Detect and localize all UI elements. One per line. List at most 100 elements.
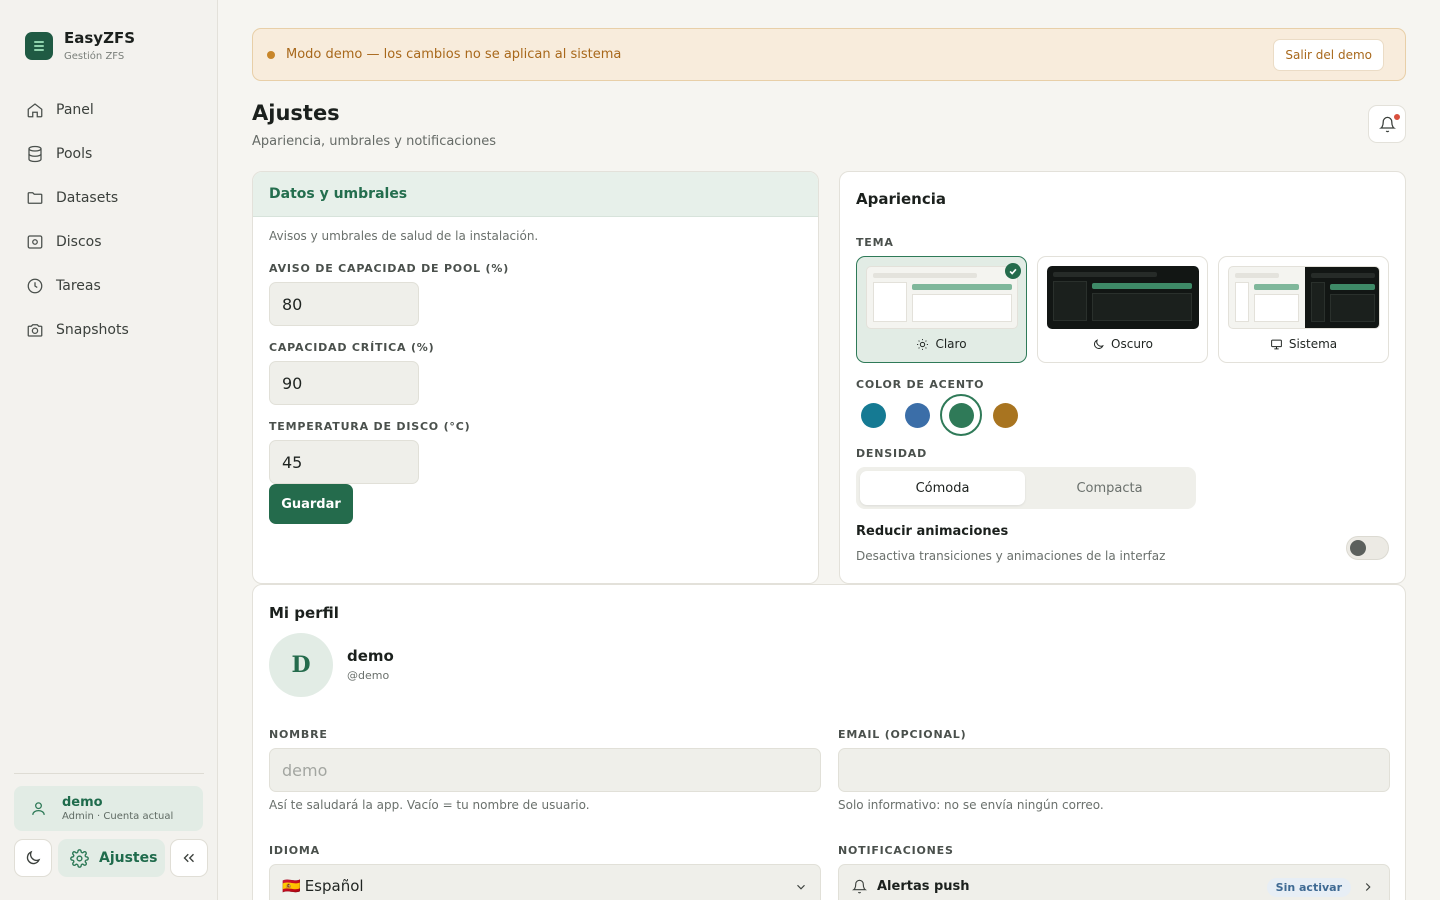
sidebar-item-tareas[interactable]: Tareas: [14, 264, 204, 308]
demo-banner-text: Modo demo — los cambios no se aplican al…: [286, 47, 622, 62]
sidebar-item-pools[interactable]: Pools: [14, 132, 204, 176]
chevrons-left-icon: [183, 853, 194, 863]
system-theme-preview: [1228, 266, 1380, 329]
folder-icon: [27, 192, 43, 204]
profile-name: demo: [347, 647, 394, 665]
reduce-motion-toggle[interactable]: [1346, 536, 1389, 560]
profile-handle: @demo: [347, 669, 390, 682]
chevron-down-icon: [797, 884, 805, 890]
language-label: IDIOMA: [269, 844, 320, 857]
density-selector: Cómoda Compacta: [856, 467, 1196, 509]
sidebar-item-snapshots[interactable]: Snapshots: [14, 308, 204, 352]
moon-icon: [26, 850, 41, 865]
brand[interactable]: EasyZFS Gestión ZFS: [25, 30, 135, 62]
bell-icon: [852, 879, 867, 893]
sidebar-item-label: Tareas: [56, 278, 101, 294]
page-subtitle: Apariencia, umbrales y notificaciones: [252, 134, 497, 149]
push-alerts-label: Alertas push: [877, 878, 970, 894]
home-icon: [27, 103, 43, 118]
name-help: Así te saludará la app. Vacío = tu nombr…: [269, 798, 590, 812]
easyzfs-logo-icon: [25, 32, 53, 60]
sidebar-divider: [14, 773, 204, 774]
name-input[interactable]: demo: [269, 748, 821, 792]
light-theme-preview: [866, 266, 1018, 329]
thresholds-title: Datos y umbrales: [253, 172, 818, 217]
settings-button[interactable]: Ajustes: [58, 839, 165, 877]
theme-system-label: Sistema: [1288, 337, 1338, 351]
sidebar-item-label: Discos: [56, 234, 102, 250]
reduce-motion-description: Desactiva transiciones y animaciones de …: [856, 549, 1166, 563]
clock-icon: [27, 278, 43, 294]
thresholds-description: Avisos y umbrales de salud de la instala…: [269, 229, 539, 243]
camera-icon: [27, 324, 43, 337]
theme-light-label: Claro: [935, 337, 967, 351]
sidebar-item-discos[interactable]: Discos: [14, 220, 204, 264]
current-user-name: demo: [62, 795, 103, 810]
exit-demo-button[interactable]: Salir del demo: [1273, 39, 1384, 71]
avatar: D: [269, 633, 333, 697]
sidebar-item-label: Pools: [56, 146, 93, 162]
language-value: Español: [304, 877, 364, 895]
name-label: NOMBRE: [269, 728, 328, 741]
sidebar-nav: Panel Pools Datasets Discos Tareas Snaps…: [14, 88, 204, 352]
sun-icon: [917, 338, 929, 350]
theme-option-system[interactable]: Sistema: [1218, 256, 1389, 363]
toggle-knob: [1350, 540, 1366, 556]
notifications-label: NOTIFICACIONES: [838, 844, 954, 857]
accent-swatch-amber[interactable]: [993, 403, 1018, 428]
disk-icon: [27, 235, 43, 249]
density-label: DENSIDAD: [856, 447, 928, 460]
email-input[interactable]: [838, 748, 1390, 792]
sidebar-item-label: Snapshots: [56, 322, 129, 338]
pool-capacity-input[interactable]: 80: [269, 282, 419, 326]
profile-title: Mi perfil: [269, 604, 339, 622]
gear-icon: [70, 848, 89, 868]
density-option-comfortable[interactable]: Cómoda: [860, 471, 1025, 505]
sidebar-item-panel[interactable]: Panel: [14, 88, 204, 132]
thresholds-card: Datos y umbrales Avisos y umbrales de sa…: [252, 171, 819, 584]
notification-badge: [1393, 113, 1401, 121]
sidebar-item-label: Datasets: [56, 190, 119, 206]
appearance-card: Apariencia TEMA Claro Oscuro Sistema COL…: [839, 171, 1406, 584]
chevron-right-icon: [1365, 883, 1371, 891]
collapse-sidebar-button[interactable]: [170, 839, 208, 877]
selected-check-icon: [1005, 263, 1021, 279]
density-option-compact[interactable]: Compacta: [1027, 471, 1192, 505]
accent-swatch-teal[interactable]: [861, 403, 886, 428]
brand-subtitle: Gestión ZFS: [64, 51, 125, 62]
database-icon: [28, 145, 42, 163]
current-user-card[interactable]: demo Admin · Cuenta actual: [14, 786, 203, 831]
current-user-role: Admin · Cuenta actual: [62, 811, 174, 822]
disk-temperature-input[interactable]: 45: [269, 440, 419, 484]
appearance-title: Apariencia: [856, 190, 947, 208]
disk-temperature-label: TEMPERATURA DE DISCO (°C): [269, 420, 471, 433]
language-select[interactable]: 🇪🇸 Español: [269, 864, 821, 900]
pool-capacity-label: AVISO DE CAPACIDAD DE POOL (%): [269, 262, 510, 275]
save-button[interactable]: Guardar: [269, 484, 353, 524]
email-help: Solo informativo: no se envía ningún cor…: [838, 798, 1104, 812]
theme-toggle-button[interactable]: [14, 839, 52, 877]
page-title: Ajustes: [252, 101, 340, 125]
accent-swatch-blue[interactable]: [905, 403, 930, 428]
moon-icon: [1094, 338, 1104, 349]
settings-button-label: Ajustes: [99, 850, 158, 866]
dark-theme-preview: [1047, 266, 1199, 329]
theme-option-dark[interactable]: Oscuro: [1037, 256, 1208, 363]
push-alerts-row[interactable]: Alertas push Sin activar: [838, 864, 1390, 900]
accent-swatch-green[interactable]: [949, 403, 974, 428]
notifications-button[interactable]: [1368, 105, 1406, 143]
user-icon: [32, 802, 45, 815]
theme-label: TEMA: [856, 236, 894, 249]
demo-banner: Modo demo — los cambios no se aplican al…: [252, 28, 1406, 81]
email-label: EMAIL (OPCIONAL): [838, 728, 967, 741]
theme-option-light[interactable]: Claro: [856, 256, 1027, 363]
reduce-motion-title: Reducir animaciones: [856, 524, 1009, 539]
warning-dot-icon: [267, 50, 275, 59]
accent-color-label: COLOR DE ACENTO: [856, 378, 985, 391]
sidebar-item-label: Panel: [56, 102, 94, 118]
sidebar-item-datasets[interactable]: Datasets: [14, 176, 204, 220]
critical-capacity-label: CAPACIDAD CRÍTICA (%): [269, 341, 435, 354]
theme-dark-label: Oscuro: [1111, 337, 1153, 351]
push-status-badge: Sin activar: [1266, 878, 1351, 897]
critical-capacity-input[interactable]: 90: [269, 361, 419, 405]
